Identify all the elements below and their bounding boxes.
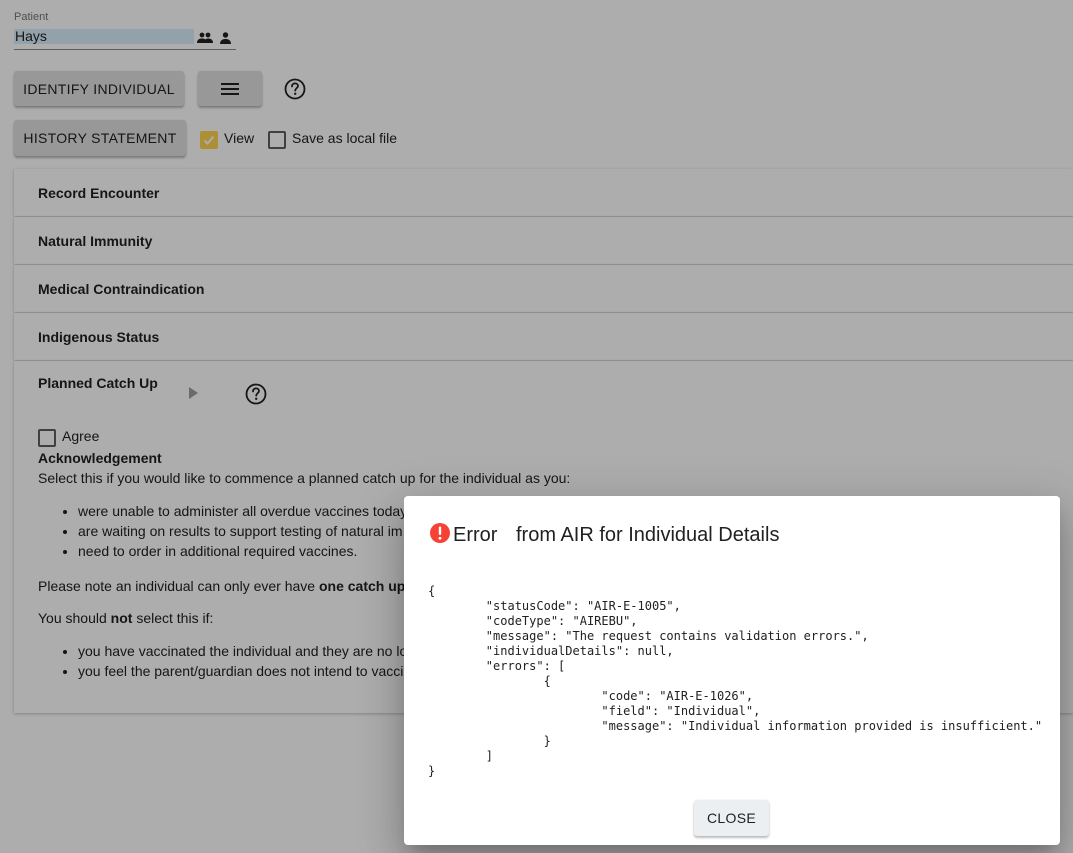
dialog-title: from AIR for Individual Details: [516, 524, 780, 546]
error-json: { "statusCode": "AIR-E-1005", "codeType"…: [428, 584, 1043, 778]
dialog-title-error: Error: [453, 524, 498, 546]
error-dialog: Error from AIR for Individual Details { …: [404, 496, 1060, 845]
close-button[interactable]: CLOSE: [694, 800, 769, 836]
page: Patient Hays IDENTIFY INDIVIDUAL HISTORY…: [0, 0, 1073, 853]
error-icon: [429, 522, 451, 544]
